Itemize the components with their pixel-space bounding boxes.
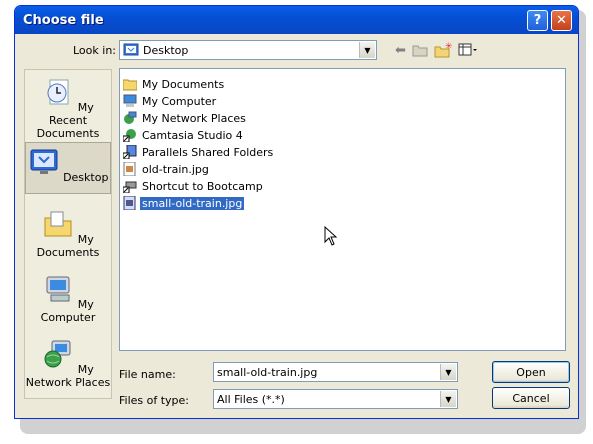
computer-icon: [123, 94, 137, 107]
filetype-select[interactable]: All Files (*.*) ▼: [213, 389, 458, 409]
lookin-label: Look in:: [73, 44, 116, 57]
network-places-icon: [44, 340, 71, 368]
file-list[interactable]: My Documents My Computer My Network Plac…: [119, 68, 566, 351]
list-item[interactable]: old-train.jpg: [123, 161, 211, 177]
choose-file-dialog: Choose file ? ✕ Look in: Desktop ▼ ⬅ ✳ M…: [14, 5, 579, 419]
places-bar: My Recent Documents Desktop My Documents…: [24, 69, 112, 399]
my-documents-icon: [44, 211, 72, 237]
list-item[interactable]: Parallels Shared Folders: [123, 144, 275, 160]
up-folder-icon[interactable]: [412, 43, 428, 57]
place-network-places[interactable]: My Network Places: [25, 338, 111, 389]
place-desktop[interactable]: Desktop: [25, 142, 111, 194]
network-icon: [124, 111, 137, 124]
desktop-icon: [30, 149, 58, 174]
title-bar[interactable]: Choose file ? ✕: [15, 6, 578, 34]
open-button[interactable]: Open: [492, 361, 570, 383]
list-item-selected[interactable]: small-old-train.jpg: [123, 195, 245, 211]
shortcut-icon: [123, 129, 136, 142]
chevron-down-icon[interactable]: ▼: [359, 42, 375, 58]
recent-documents-icon: [47, 79, 69, 105]
place-recent-documents[interactable]: My Recent Documents: [25, 76, 111, 140]
help-button[interactable]: ?: [527, 10, 548, 31]
close-icon: ✕: [556, 13, 567, 28]
shortcut-icon: [123, 145, 137, 159]
filename-input[interactable]: small-old-train.jpg ▼: [213, 362, 458, 382]
filetype-value: All Files (*.*): [217, 393, 285, 406]
place-label: Desktop: [63, 171, 109, 184]
mouse-cursor-icon: [324, 226, 338, 246]
image-file-icon: [123, 162, 136, 176]
chevron-down-icon[interactable]: ▼: [440, 391, 456, 407]
views-menu-icon[interactable]: [458, 43, 478, 57]
cancel-button[interactable]: Cancel: [492, 387, 570, 409]
filetype-label: Files of type:: [119, 394, 190, 407]
list-item[interactable]: My Network Places: [123, 110, 248, 126]
chevron-down-icon[interactable]: ▼: [440, 364, 456, 380]
list-item[interactable]: Camtasia Studio 4: [123, 127, 245, 143]
list-item[interactable]: My Documents: [123, 76, 226, 92]
dialog-title: Choose file: [23, 12, 104, 28]
filename-value: small-old-train.jpg: [217, 366, 318, 379]
lookin-value: Desktop: [143, 43, 189, 57]
lookin-dropdown[interactable]: Desktop ▼: [119, 40, 377, 60]
list-item[interactable]: Shortcut to Bootcamp: [123, 178, 265, 194]
folder-icon: [123, 79, 137, 91]
desktop-small-icon: [123, 43, 139, 56]
help-icon: ?: [533, 13, 542, 28]
shortcut-icon: [123, 181, 137, 193]
close-button[interactable]: ✕: [551, 10, 572, 31]
svg-text:✳: ✳: [445, 42, 452, 52]
place-my-computer[interactable]: My Computer: [25, 273, 111, 324]
place-my-documents[interactable]: My Documents: [25, 208, 111, 259]
filename-label: File name:: [119, 368, 176, 381]
image-file-icon: [123, 196, 136, 210]
back-arrow-icon[interactable]: ⬅: [395, 43, 406, 58]
my-computer-icon: [46, 276, 70, 302]
new-folder-icon[interactable]: ✳: [434, 42, 452, 58]
list-item[interactable]: My Computer: [123, 93, 218, 109]
